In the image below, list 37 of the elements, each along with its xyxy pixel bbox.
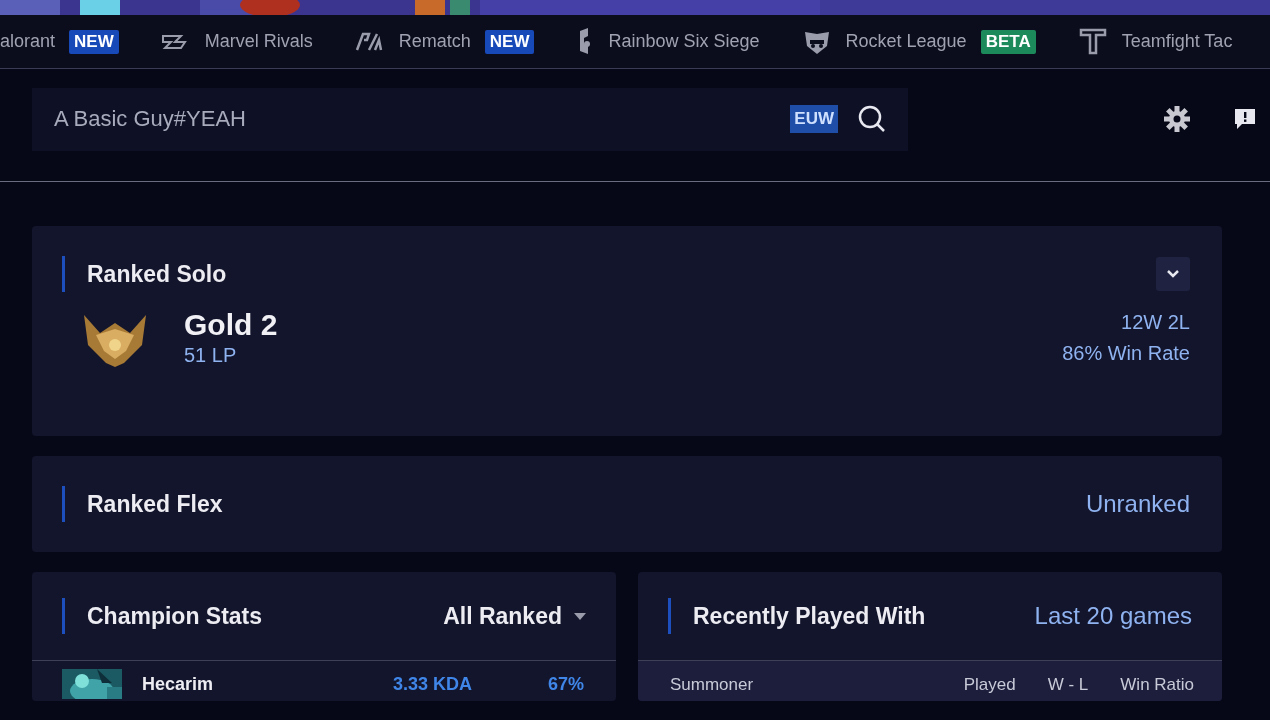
caret-icon bbox=[574, 612, 586, 620]
win-rate: 67% bbox=[547, 673, 584, 695]
search-field[interactable]: A Basic Guy#YEAH EUW bbox=[32, 87, 908, 151]
logo-icon bbox=[354, 31, 385, 52]
range-label: Last 20 games bbox=[1034, 602, 1192, 630]
region-button[interactable]: EUW bbox=[790, 105, 838, 133]
column-header: Played bbox=[963, 675, 1016, 695]
game-tab[interactable]: Rematch NEW bbox=[354, 29, 535, 54]
kda-value: 3.33 KDA bbox=[392, 673, 472, 695]
new-badge: NEW bbox=[484, 29, 535, 54]
column-header: W - L bbox=[1047, 675, 1089, 695]
filter-dropdown[interactable]: All Ranked bbox=[443, 602, 586, 630]
expand-button[interactable] bbox=[1156, 257, 1190, 291]
rank-status: Unranked bbox=[1085, 490, 1190, 518]
game-tab[interactable]: Rainbow Six Siege bbox=[576, 26, 760, 57]
game-tab[interactable]: Rocket League BETA bbox=[801, 27, 1036, 56]
card-title: Ranked Flex bbox=[87, 490, 223, 518]
column-header: Summoner bbox=[670, 675, 755, 695]
card-title: Recently Played With bbox=[693, 602, 926, 630]
settings-icon[interactable] bbox=[1164, 106, 1190, 132]
search-icon[interactable] bbox=[858, 105, 886, 133]
champion-name: Hecarim bbox=[142, 673, 214, 695]
feedback-icon[interactable] bbox=[1234, 108, 1256, 130]
game-tab[interactable]: Teamfight Tac bbox=[1077, 26, 1233, 57]
column-header: Win Ratio bbox=[1120, 675, 1194, 695]
win-loss-record: 12W 2L bbox=[1120, 310, 1190, 334]
card-title: Champion Stats bbox=[87, 602, 263, 630]
game-tab[interactable]: Marvel Rivals bbox=[160, 31, 313, 52]
logo-icon bbox=[1077, 26, 1108, 57]
new-badge: NEW bbox=[69, 29, 119, 54]
win-rate: 86% Win Rate bbox=[1062, 341, 1190, 365]
chevron-icon bbox=[1167, 270, 1179, 278]
rank-name: Gold 2 bbox=[184, 308, 278, 342]
new-badge: BETA bbox=[980, 29, 1036, 54]
game-tab[interactable]: alorant NEW bbox=[0, 29, 119, 54]
league-points: 51 LP bbox=[184, 344, 238, 367]
card-title: Ranked Solo bbox=[87, 260, 227, 288]
